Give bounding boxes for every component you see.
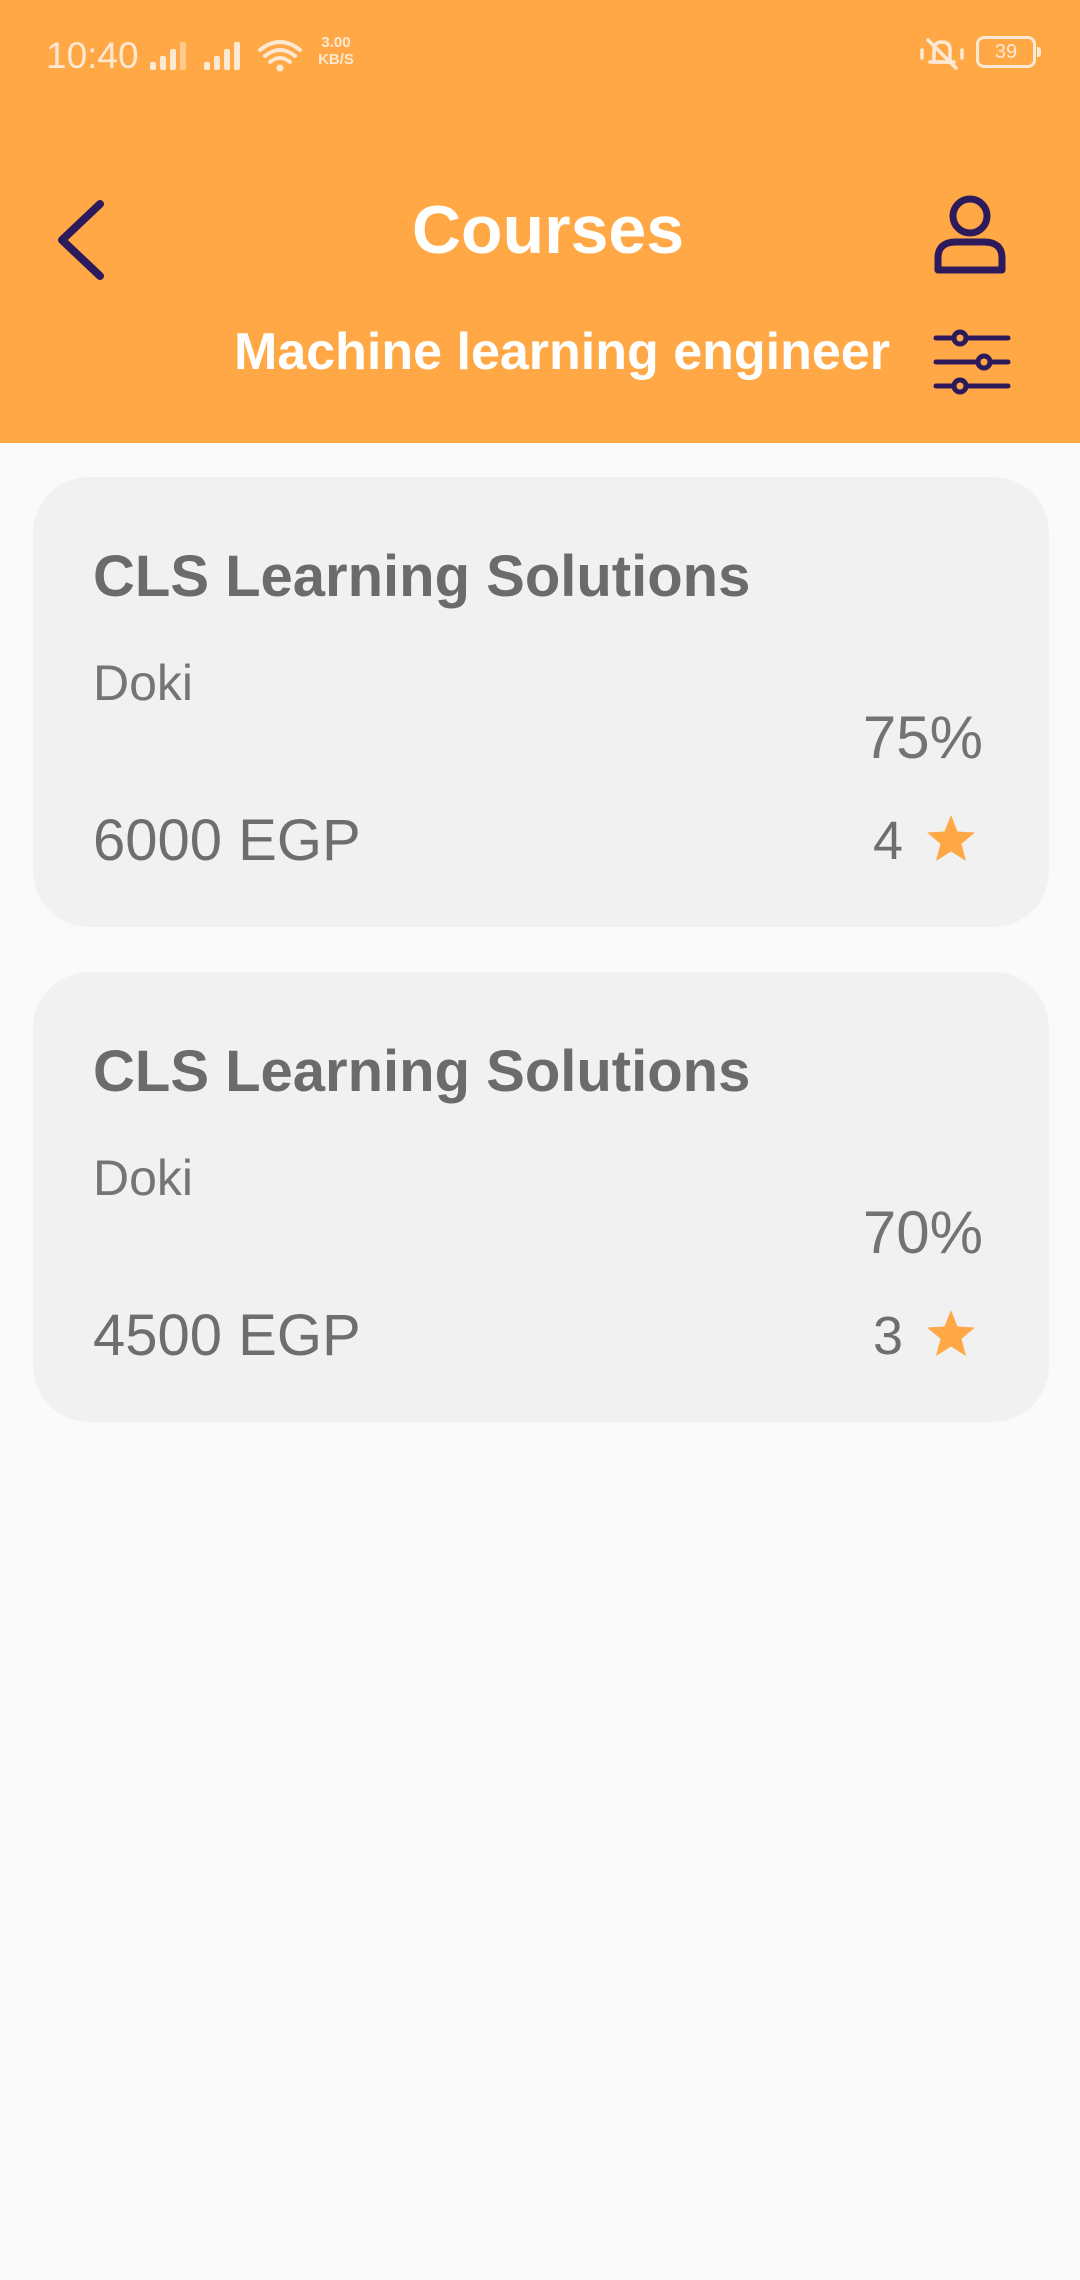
user-icon [934,195,1006,274]
course-provider: Doki [93,1150,194,1206]
star-icon [927,815,975,861]
battery-icon: 39 [976,36,1041,68]
profile-button[interactable] [920,186,1020,286]
course-rating: 3 [873,1306,904,1366]
wifi-icon [258,40,302,64]
app-header: 10:40 3.00 KB/S 39 Courses Machine learn… [0,0,1080,443]
course-price: 6000 EGP [93,808,361,873]
course-price: 4500 EGP [93,1303,361,1368]
course-title: CLS Learning Solutions [93,544,751,609]
course-provider: Doki [93,655,194,711]
filter-button[interactable] [930,326,1014,398]
course-percent: 75% [862,704,983,771]
sliders-icon [933,329,1011,395]
status-bar: 10:40 3.00 KB/S 39 [0,0,1080,110]
net-speed: 3.00 KB/S [318,34,354,68]
signal-icon [150,40,302,72]
star-icon [927,1310,975,1356]
page-subtitle: Machine learning engineer [234,323,890,381]
page-title: Courses [411,192,685,268]
course-card[interactable]: CLS Learning Solutions Doki 75% 6000 EGP… [33,477,1049,927]
status-time: 10:40 [46,35,139,76]
mute-icon [920,38,964,70]
course-list: CLS Learning Solutions Doki 75% 6000 EGP… [33,477,1049,1467]
course-percent: 70% [862,1199,983,1266]
course-title: CLS Learning Solutions [93,1039,751,1104]
course-card[interactable]: CLS Learning Solutions Doki 70% 4500 EGP… [33,972,1049,1422]
course-rating: 4 [873,811,904,871]
